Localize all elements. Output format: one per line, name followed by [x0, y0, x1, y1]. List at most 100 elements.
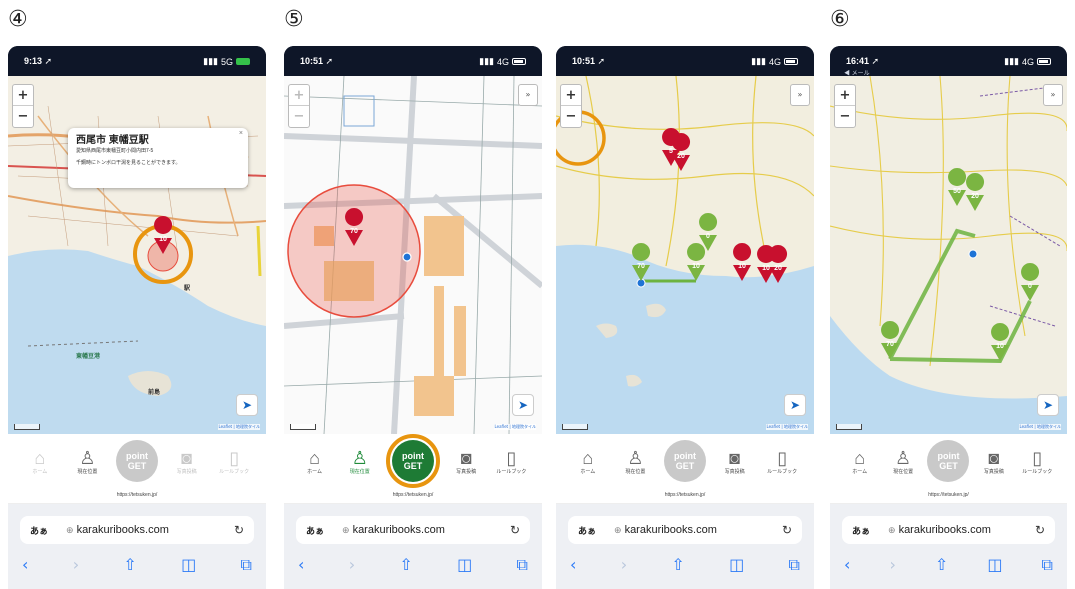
reader-aa-button[interactable]: あぁ	[852, 524, 870, 537]
nav-home-label: ホーム	[852, 468, 868, 475]
bookmarks-icon[interactable]: ◫	[181, 556, 196, 574]
back-button[interactable]: ‹	[570, 556, 576, 574]
back-button[interactable]: ‹	[844, 556, 850, 574]
network-label: 5G	[220, 56, 233, 67]
bookmarks-icon[interactable]: ◫	[457, 556, 472, 574]
nav-rulebook[interactable]: ▯ ルールブック	[763, 448, 801, 475]
share-icon[interactable]: ⇧	[123, 556, 136, 574]
home-icon: ⌂	[34, 447, 46, 468]
map-view[interactable]: 10 駅 東幡豆港 前島 + − × 西尾市 東幡豆駅 愛知県西尾市東幡豆町小間…	[8, 76, 266, 434]
zoom-out-button[interactable]: −	[561, 106, 581, 127]
zoom-in-button[interactable]: +	[289, 85, 309, 106]
map-attribution[interactable]: Leaflet | 地理院タイル	[766, 424, 808, 430]
forward-button[interactable]: ›	[621, 556, 627, 574]
back-button[interactable]: ‹	[22, 556, 28, 574]
map-view[interactable]: 50 20 0 70 10 + − » ➤ Leaflet | 地理院タイル	[830, 76, 1067, 434]
layers-button[interactable]: »	[518, 84, 538, 106]
book-icon: ▯	[229, 447, 240, 468]
pin-label: 10	[762, 265, 770, 272]
nav-photo[interactable]: ◙ 写真投稿	[447, 448, 485, 475]
layers-button[interactable]: »	[1043, 84, 1063, 106]
tabs-icon[interactable]: ⧉	[789, 556, 800, 574]
popup-close-button[interactable]: ×	[239, 130, 243, 137]
reader-aa-button[interactable]: あぁ	[306, 524, 324, 537]
layers-button[interactable]: »	[790, 84, 810, 106]
map-attribution[interactable]: Leaflet | 地理院タイル	[1019, 424, 1061, 430]
lock-icon: ⊕	[614, 524, 622, 535]
site-url: https://tetsuken.jp/	[284, 488, 542, 504]
nav-location[interactable]: ♙ 現在位置	[68, 448, 106, 475]
address-bar[interactable]: あぁ ⊕ karakuribooks.com ↻	[842, 516, 1055, 544]
nav-home[interactable]: ⌂ ホーム	[21, 448, 59, 475]
nav-location[interactable]: ♙ 現在位置	[341, 448, 379, 475]
scale-bar	[14, 424, 40, 430]
forward-button[interactable]: ›	[889, 556, 895, 574]
zoom-control: + −	[834, 84, 856, 128]
point-get-button[interactable]: point GET	[927, 440, 970, 482]
reload-icon[interactable]: ↻	[1035, 523, 1045, 537]
pin-label: 70	[886, 341, 894, 348]
nav-location[interactable]: ♙ 現在位置	[616, 448, 654, 475]
nav-home[interactable]: ⌂ ホーム	[569, 448, 607, 475]
map-attribution[interactable]: Leaflet | 地理院タイル	[218, 424, 260, 430]
reload-icon[interactable]: ↻	[510, 523, 520, 537]
nav-home[interactable]: ⌂ ホーム	[296, 448, 334, 475]
back-button[interactable]: ‹	[298, 556, 304, 574]
zoom-in-button[interactable]: +	[561, 85, 581, 106]
get-label: GET	[675, 461, 695, 471]
map-canvas[interactable]: 50 20 0 70 10	[830, 76, 1067, 434]
zoom-out-button[interactable]: −	[289, 106, 309, 127]
map-canvas[interactable]: 70	[284, 76, 542, 434]
share-icon[interactable]: ⇧	[671, 556, 684, 574]
nav-photo[interactable]: ◙ 写真投稿	[716, 448, 754, 475]
share-icon[interactable]: ⇧	[935, 556, 948, 574]
nav-rulebook[interactable]: ▯ ルールブック	[1018, 448, 1056, 475]
map-view[interactable]: 70 + − » ➤ Leaflet | 地理院タイル	[284, 76, 542, 434]
locate-button[interactable]: ➤	[236, 394, 258, 416]
bookmarks-icon[interactable]: ◫	[729, 556, 744, 574]
point-get-button[interactable]: point GET	[115, 440, 158, 482]
person-icon: ♙	[79, 447, 96, 468]
nav-location-label: 現在位置	[625, 468, 646, 475]
bookmarks-icon[interactable]: ◫	[987, 556, 1002, 574]
share-icon[interactable]: ⇧	[399, 556, 412, 574]
phone-screen-4: 16:41 ➚ ▮▮▮ 4G ◀ メール 50 20 0 70 10 + − »…	[830, 46, 1067, 589]
locate-button[interactable]: ➤	[1037, 394, 1059, 416]
tabs-icon[interactable]: ⧉	[241, 556, 252, 574]
nav-photo[interactable]: ◙ 写真投稿	[975, 448, 1013, 475]
reload-icon[interactable]: ↻	[782, 523, 792, 537]
forward-button[interactable]: ›	[349, 556, 355, 574]
safari-bar: あぁ ⊕ karakuribooks.com ↻ ‹ › ⇧ ◫ ⧉	[556, 504, 814, 589]
map-attribution[interactable]: Leaflet | 地理院タイル	[494, 424, 536, 430]
address-bar[interactable]: あぁ ⊕ karakuribooks.com ↻	[568, 516, 802, 544]
address-bar[interactable]: あぁ ⊕ karakuribooks.com ↻	[20, 516, 254, 544]
network-label: 4G	[496, 56, 509, 67]
point-get-button[interactable]: point GET	[663, 440, 706, 482]
reader-aa-button[interactable]: あぁ	[578, 524, 596, 537]
reader-aa-button[interactable]: あぁ	[30, 524, 48, 537]
locate-button[interactable]: ➤	[512, 394, 534, 416]
zoom-in-button[interactable]: +	[13, 85, 33, 106]
point-get-button[interactable]: point GET	[391, 440, 434, 482]
site-url: https://tetsuken.jp/	[8, 488, 266, 504]
nav-location[interactable]: ♙ 現在位置	[884, 448, 922, 475]
zoom-in-button[interactable]: +	[835, 85, 855, 106]
address-bar[interactable]: あぁ ⊕ karakuribooks.com ↻	[296, 516, 530, 544]
app-nav: ⌂ ホーム ♙ 現在位置 point GET ◙ 写真投稿 ▯ ルールブック	[830, 434, 1067, 488]
forward-button[interactable]: ›	[73, 556, 79, 574]
nav-rulebook[interactable]: ▯ ルールブック	[215, 448, 253, 475]
reload-icon[interactable]: ↻	[234, 523, 244, 537]
tabs-icon[interactable]: ⧉	[1042, 556, 1053, 574]
map-canvas[interactable]: 5 20 70 10 0 10 10 20	[556, 76, 814, 434]
tabs-icon[interactable]: ⧉	[517, 556, 528, 574]
locate-button[interactable]: ➤	[784, 394, 806, 416]
nav-photo[interactable]: ◙ 写真投稿	[168, 448, 206, 475]
nav-rulebook[interactable]: ▯ ルールブック	[492, 448, 530, 475]
nav-home[interactable]: ⌂ ホーム	[841, 448, 879, 475]
zoom-out-button[interactable]: −	[835, 106, 855, 127]
zoom-out-button[interactable]: −	[13, 106, 33, 127]
map-view[interactable]: 5 20 70 10 0 10 10 20 + − » ➤ Leaflet | …	[556, 76, 814, 434]
book-icon: ▯	[777, 447, 788, 468]
nav-location-label: 現在位置	[77, 468, 98, 475]
battery-icon	[1037, 58, 1051, 65]
